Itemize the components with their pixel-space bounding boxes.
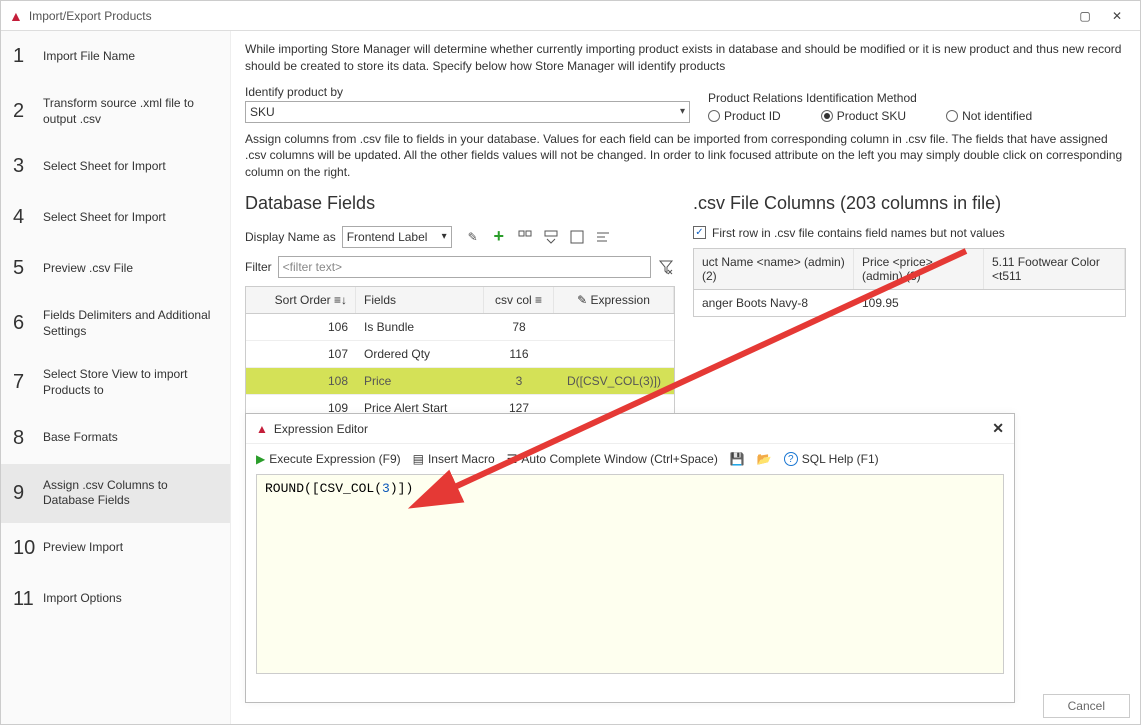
close-icon[interactable]: ✕ bbox=[1110, 9, 1124, 23]
tool-icon-1[interactable] bbox=[516, 228, 534, 246]
filter-input[interactable]: <filter text> bbox=[278, 256, 651, 278]
relations-label: Product Relations Identification Method bbox=[708, 91, 1032, 105]
csv-row[interactable]: anger Boots Navy-8 109.95 bbox=[694, 290, 1125, 316]
assign-text: Assign columns from .csv file to fields … bbox=[245, 131, 1126, 181]
tool-icon-3[interactable] bbox=[568, 228, 586, 246]
tool-icon-4[interactable] bbox=[594, 228, 612, 246]
identify-label: Identify product by bbox=[245, 85, 690, 99]
first-row-label: First row in .csv file contains field na… bbox=[712, 226, 1005, 240]
step-1[interactable]: 1Import File Name bbox=[1, 31, 230, 82]
header-csv[interactable]: csv col ≡ bbox=[484, 287, 554, 313]
step-7[interactable]: 7Select Store View to import Products to bbox=[1, 353, 230, 412]
step-6[interactable]: 6Fields Delimiters and Additional Settin… bbox=[1, 294, 230, 353]
header-sort[interactable]: Sort Order ≡↓ bbox=[246, 287, 356, 313]
step-5[interactable]: 5Preview .csv File bbox=[1, 243, 230, 294]
step-3[interactable]: 3Select Sheet for Import bbox=[1, 141, 230, 192]
step-4[interactable]: 4Select Sheet for Import bbox=[1, 192, 230, 243]
step-10[interactable]: 10Preview Import bbox=[1, 523, 230, 574]
autocomplete-button[interactable]: ☰Auto Complete Window (Ctrl+Space) bbox=[507, 452, 718, 466]
macro-icon: ▤ bbox=[413, 452, 424, 466]
tool-open-icon[interactable]: 📂 bbox=[757, 452, 772, 466]
csv-grid: uct Name <name> (admin) (2) Price <price… bbox=[693, 248, 1126, 317]
wizard-sidebar: 1Import File Name 2Transform source .xml… bbox=[1, 31, 231, 724]
display-select[interactable]: Frontend Label bbox=[342, 226, 452, 248]
radio-product-id[interactable]: Product ID bbox=[708, 109, 781, 123]
window-title: Import/Export Products bbox=[29, 9, 1078, 23]
step-9[interactable]: 9Assign .csv Columns to Database Fields bbox=[1, 464, 230, 523]
expression-editor-panel: ▲ Expression Editor ✕ ▶Execute Expressio… bbox=[245, 413, 1015, 703]
step-11[interactable]: 11Import Options bbox=[1, 574, 230, 625]
identify-select[interactable]: SKU bbox=[245, 101, 690, 123]
radio-not-identified[interactable]: Not identified bbox=[946, 109, 1032, 123]
tool-icon-2[interactable] bbox=[542, 228, 560, 246]
edit-icon[interactable]: ✎ bbox=[464, 228, 482, 246]
header-expr[interactable]: ✎ Expression bbox=[554, 287, 674, 313]
filter-label: Filter bbox=[245, 260, 272, 274]
csv-header-3[interactable]: 5.11 Footwear Color <t511 bbox=[984, 249, 1125, 289]
add-icon[interactable]: + bbox=[490, 228, 508, 246]
sql-help-button[interactable]: ?SQL Help (F1) bbox=[784, 452, 879, 466]
maximize-icon[interactable]: ▢ bbox=[1078, 9, 1092, 23]
intro-text: While importing Store Manager will deter… bbox=[245, 41, 1126, 75]
table-row-selected[interactable]: 108Price3D([CSV_COL(3)]) bbox=[246, 368, 674, 395]
display-label: Display Name as bbox=[245, 230, 336, 244]
insert-macro-button[interactable]: ▤Insert Macro bbox=[413, 452, 495, 466]
app-icon: ▲ bbox=[9, 8, 23, 24]
filter-clear-icon[interactable] bbox=[657, 258, 675, 276]
db-fields-title: Database Fields bbox=[245, 193, 675, 214]
editor-app-icon: ▲ bbox=[256, 422, 268, 436]
editor-title: Expression Editor bbox=[274, 422, 992, 436]
radio-product-sku[interactable]: Product SKU bbox=[821, 109, 906, 123]
titlebar: ▲ Import/Export Products ▢ ✕ bbox=[1, 1, 1140, 31]
editor-close-icon[interactable]: ✕ bbox=[992, 420, 1004, 437]
first-row-checkbox[interactable]: ✓ bbox=[693, 226, 706, 239]
expression-textarea[interactable]: ROUND([CSV_COL(3)]) bbox=[256, 474, 1004, 674]
execute-button[interactable]: ▶Execute Expression (F9) bbox=[256, 452, 401, 466]
table-row[interactable]: 106Is Bundle78 bbox=[246, 314, 674, 341]
list-icon: ☰ bbox=[507, 452, 518, 466]
play-icon: ▶ bbox=[256, 452, 265, 466]
step-8[interactable]: 8Base Formats bbox=[1, 413, 230, 464]
cancel-button[interactable]: Cancel bbox=[1043, 694, 1130, 718]
csv-header-2[interactable]: Price <price> (admin) (3) bbox=[854, 249, 984, 289]
tool-save-icon[interactable]: 💾 bbox=[730, 452, 745, 466]
table-row[interactable]: 107Ordered Qty116 bbox=[246, 341, 674, 368]
help-icon: ? bbox=[784, 452, 798, 466]
csv-header-1[interactable]: uct Name <name> (admin) (2) bbox=[694, 249, 854, 289]
header-fields[interactable]: Fields bbox=[356, 287, 484, 313]
step-2[interactable]: 2Transform source .xml file to output .c… bbox=[1, 82, 230, 141]
csv-columns-title: .csv File Columns (203 columns in file) bbox=[693, 193, 1126, 214]
